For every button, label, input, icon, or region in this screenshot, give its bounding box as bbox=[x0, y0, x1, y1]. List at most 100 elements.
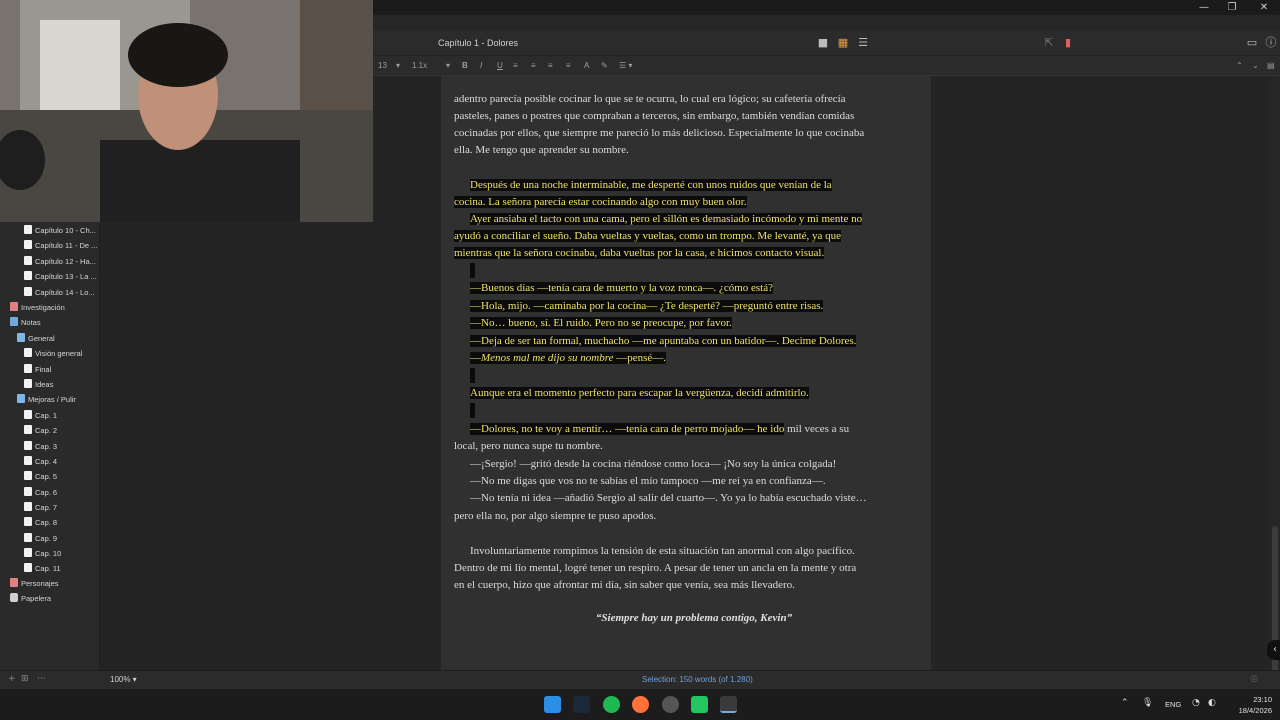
microphone-icon[interactable]: 🎙 bbox=[1142, 698, 1153, 708]
text-line-selected[interactable]: Aunque era el momento perfecto para esca… bbox=[454, 385, 924, 402]
text-line-selected[interactable]: —No… bueno, sí. El ruido. Pero no se pre… bbox=[454, 315, 924, 332]
sidebar-item[interactable]: Cap. 9 bbox=[24, 532, 57, 546]
expand-icon[interactable]: ▤ bbox=[1267, 60, 1275, 72]
grid-view-icon[interactable]: ▦ bbox=[836, 36, 850, 50]
text-line-selected[interactable]: —Menos mal me dijo su nombre —pensé—. bbox=[454, 350, 924, 367]
text-line[interactable]: pasteles, panes o postres que compraban … bbox=[454, 108, 924, 125]
align-center-icon[interactable]: ≡ bbox=[531, 60, 536, 72]
sidebar-item[interactable]: Visión general bbox=[24, 347, 82, 361]
sidebar-item-notas[interactable]: Notas bbox=[10, 316, 41, 330]
sidebar-item[interactable]: Cap. 1 bbox=[24, 409, 57, 423]
text-line[interactable]: local, pero nunca supe tu nombre. bbox=[454, 438, 924, 455]
text-line-selected[interactable]: Después de una noche interminable, me de… bbox=[454, 177, 924, 194]
line-spacing-select[interactable]: 1.1x bbox=[412, 60, 427, 72]
text-line[interactable]: —No tenía ni idea —añadió Sergio al sali… bbox=[454, 490, 924, 507]
sidebar-item[interactable]: Cap. 5 bbox=[24, 470, 57, 484]
add-folder-icon[interactable]: ⊞ bbox=[21, 674, 29, 684]
text-line-selected[interactable]: —Deja de ser tan formal, muchacho —me ap… bbox=[454, 333, 924, 350]
chevron-down-icon[interactable]: ▾ bbox=[446, 60, 450, 72]
align-left-icon[interactable]: ≡ bbox=[513, 60, 518, 72]
scrivener-icon[interactable] bbox=[720, 696, 737, 713]
text-line[interactable]: cocinadas por ellos, que siempre me pare… bbox=[454, 125, 924, 142]
text-line-selected[interactable]: ayudó a conciliar el sueño. Daba vueltas… bbox=[454, 228, 924, 245]
text-line-selected[interactable] bbox=[454, 403, 924, 420]
info-icon[interactable]: ⓘ bbox=[1264, 36, 1278, 50]
text-line-selected[interactable]: mientras que la señora cocinaba, daba vu… bbox=[454, 245, 924, 262]
text-color-icon[interactable]: A bbox=[584, 60, 589, 72]
sidebar-item[interactable]: Capítulo 14 - Lo... bbox=[24, 286, 95, 300]
text-line-selected[interactable] bbox=[454, 263, 924, 280]
sidebar-item[interactable]: Cap. 11 bbox=[24, 562, 61, 576]
chevron-down-icon[interactable]: ▾ bbox=[396, 60, 400, 72]
more-icon[interactable]: ··· bbox=[37, 674, 46, 684]
sidebar-item[interactable]: Cap. 10 bbox=[24, 547, 61, 561]
chevron-up-icon[interactable]: ⌃ bbox=[1121, 698, 1129, 708]
start-icon[interactable] bbox=[544, 696, 561, 713]
list-icon[interactable]: ☰ ▾ bbox=[619, 60, 632, 72]
sidebar-item[interactable]: Capítulo 12 - Ha... bbox=[24, 255, 96, 269]
chapter-quote[interactable]: “Siempre hay un problema contigo, Kevin” bbox=[454, 612, 934, 624]
align-justify-icon[interactable]: ≡ bbox=[566, 60, 571, 72]
sidebar-item-personajes[interactable]: Personajes bbox=[10, 577, 59, 591]
target-icon[interactable]: ◎ bbox=[1250, 674, 1258, 684]
app-icon[interactable] bbox=[691, 696, 708, 713]
sidebar-item-mejoras[interactable]: Mejoras / Pulir bbox=[17, 393, 76, 407]
sidebar-item-general[interactable]: General bbox=[17, 332, 55, 346]
text-line[interactable]: ella. Me tengo que aprender su nombre. bbox=[454, 142, 924, 159]
bookmark-icon[interactable]: ▮ bbox=[1061, 36, 1075, 50]
underline-button[interactable]: U bbox=[497, 60, 503, 72]
sidebar-item[interactable]: Cap. 4 bbox=[24, 455, 57, 469]
align-right-icon[interactable]: ≡ bbox=[548, 60, 553, 72]
chevron-up-icon[interactable]: ⌃ bbox=[1236, 60, 1243, 72]
export-icon[interactable]: ⇱ bbox=[1042, 36, 1056, 50]
text-line-selected[interactable]: —Hola, mijo. —caminaba por la cocina— ¿T… bbox=[454, 298, 924, 315]
clock[interactable]: 23:10 18/4/2026 bbox=[1230, 694, 1272, 716]
sidebar-item-papelera[interactable]: Papelera bbox=[10, 592, 51, 606]
sidebar-item[interactable]: Cap. 6 bbox=[24, 486, 57, 500]
chevron-down-icon[interactable]: ⌄ bbox=[1252, 60, 1259, 72]
spotify-icon[interactable] bbox=[603, 696, 620, 713]
sidebar-item[interactable]: Cap. 3 bbox=[24, 440, 57, 454]
restore-button[interactable]: ❐ bbox=[1216, 0, 1248, 15]
text-line-selected[interactable]: —Dolores, no te voy a mentir… —tenía car… bbox=[454, 421, 924, 438]
sidebar-item[interactable]: Ideas bbox=[24, 378, 53, 392]
sidebar-item[interactable]: Cap. 2 bbox=[24, 424, 57, 438]
document-icon bbox=[24, 456, 32, 465]
sidebar-item[interactable]: Cap. 8 bbox=[24, 516, 57, 530]
text-line-selected[interactable]: —Buenos días —tenía cara de muerto y la … bbox=[454, 280, 924, 297]
highlight-icon[interactable]: ✎ bbox=[601, 60, 608, 72]
outline-view-icon[interactable]: ☰ bbox=[856, 36, 870, 50]
collapse-panel-icon[interactable]: ‹ bbox=[1267, 640, 1280, 660]
obs-icon[interactable] bbox=[662, 696, 679, 713]
steam-icon[interactable] bbox=[573, 696, 590, 713]
text-line[interactable]: Involuntariamente rompimos la tensión de… bbox=[454, 543, 924, 560]
text-line-selected[interactable]: Ayer ansiaba el tacto con una cama, pero… bbox=[454, 211, 924, 228]
text-line[interactable]: —No me digas que vos no te sabías el mío… bbox=[454, 473, 924, 490]
single-page-view-icon[interactable]: ■ bbox=[816, 36, 830, 50]
text-line[interactable]: adentro parecía posible cocinar lo que s… bbox=[454, 91, 924, 108]
text-line-selected[interactable]: cocina. La señora parecía estar cocinand… bbox=[454, 194, 924, 211]
text-line[interactable]: en el cuerpo, hizo que afrontar mi día, … bbox=[454, 577, 924, 594]
text-line[interactable]: Dentro de mi lío mental, logré tener un … bbox=[454, 560, 924, 577]
sidebar-item[interactable]: Capítulo 11 - De ... bbox=[24, 239, 97, 253]
firefox-icon[interactable] bbox=[632, 696, 649, 713]
sidebar-item-investigacion[interactable]: Investigación bbox=[10, 301, 65, 315]
font-size-select[interactable]: 13 bbox=[378, 60, 387, 72]
zoom-select[interactable]: 100% ▾ bbox=[110, 675, 137, 684]
settings-icon[interactable]: ▭ bbox=[1245, 36, 1259, 50]
italic-button[interactable]: I bbox=[480, 60, 482, 72]
text-line[interactable]: pero ella no, por algo siempre te puso a… bbox=[454, 508, 924, 525]
add-icon[interactable]: + bbox=[8, 674, 16, 684]
vertical-scrollbar[interactable] bbox=[1270, 76, 1280, 676]
text-line-selected[interactable] bbox=[454, 368, 924, 385]
text-line[interactable]: —¡Sergio! —gritó desde la cocina riéndos… bbox=[454, 456, 924, 473]
sidebar-item[interactable]: Capítulo 10 - Ch... bbox=[24, 224, 96, 238]
language-indicator[interactable]: ENG bbox=[1165, 700, 1181, 709]
sidebar-item[interactable]: Final bbox=[24, 363, 51, 377]
sidebar-item[interactable]: Capítulo 13 - La ... bbox=[24, 270, 97, 284]
bold-button[interactable]: B bbox=[462, 60, 468, 72]
volume-icon[interactable]: ◐ bbox=[1208, 698, 1216, 708]
wifi-icon[interactable]: ◔ bbox=[1192, 698, 1200, 708]
close-button[interactable]: ✕ bbox=[1248, 0, 1280, 15]
sidebar-item[interactable]: Cap. 7 bbox=[24, 501, 57, 515]
